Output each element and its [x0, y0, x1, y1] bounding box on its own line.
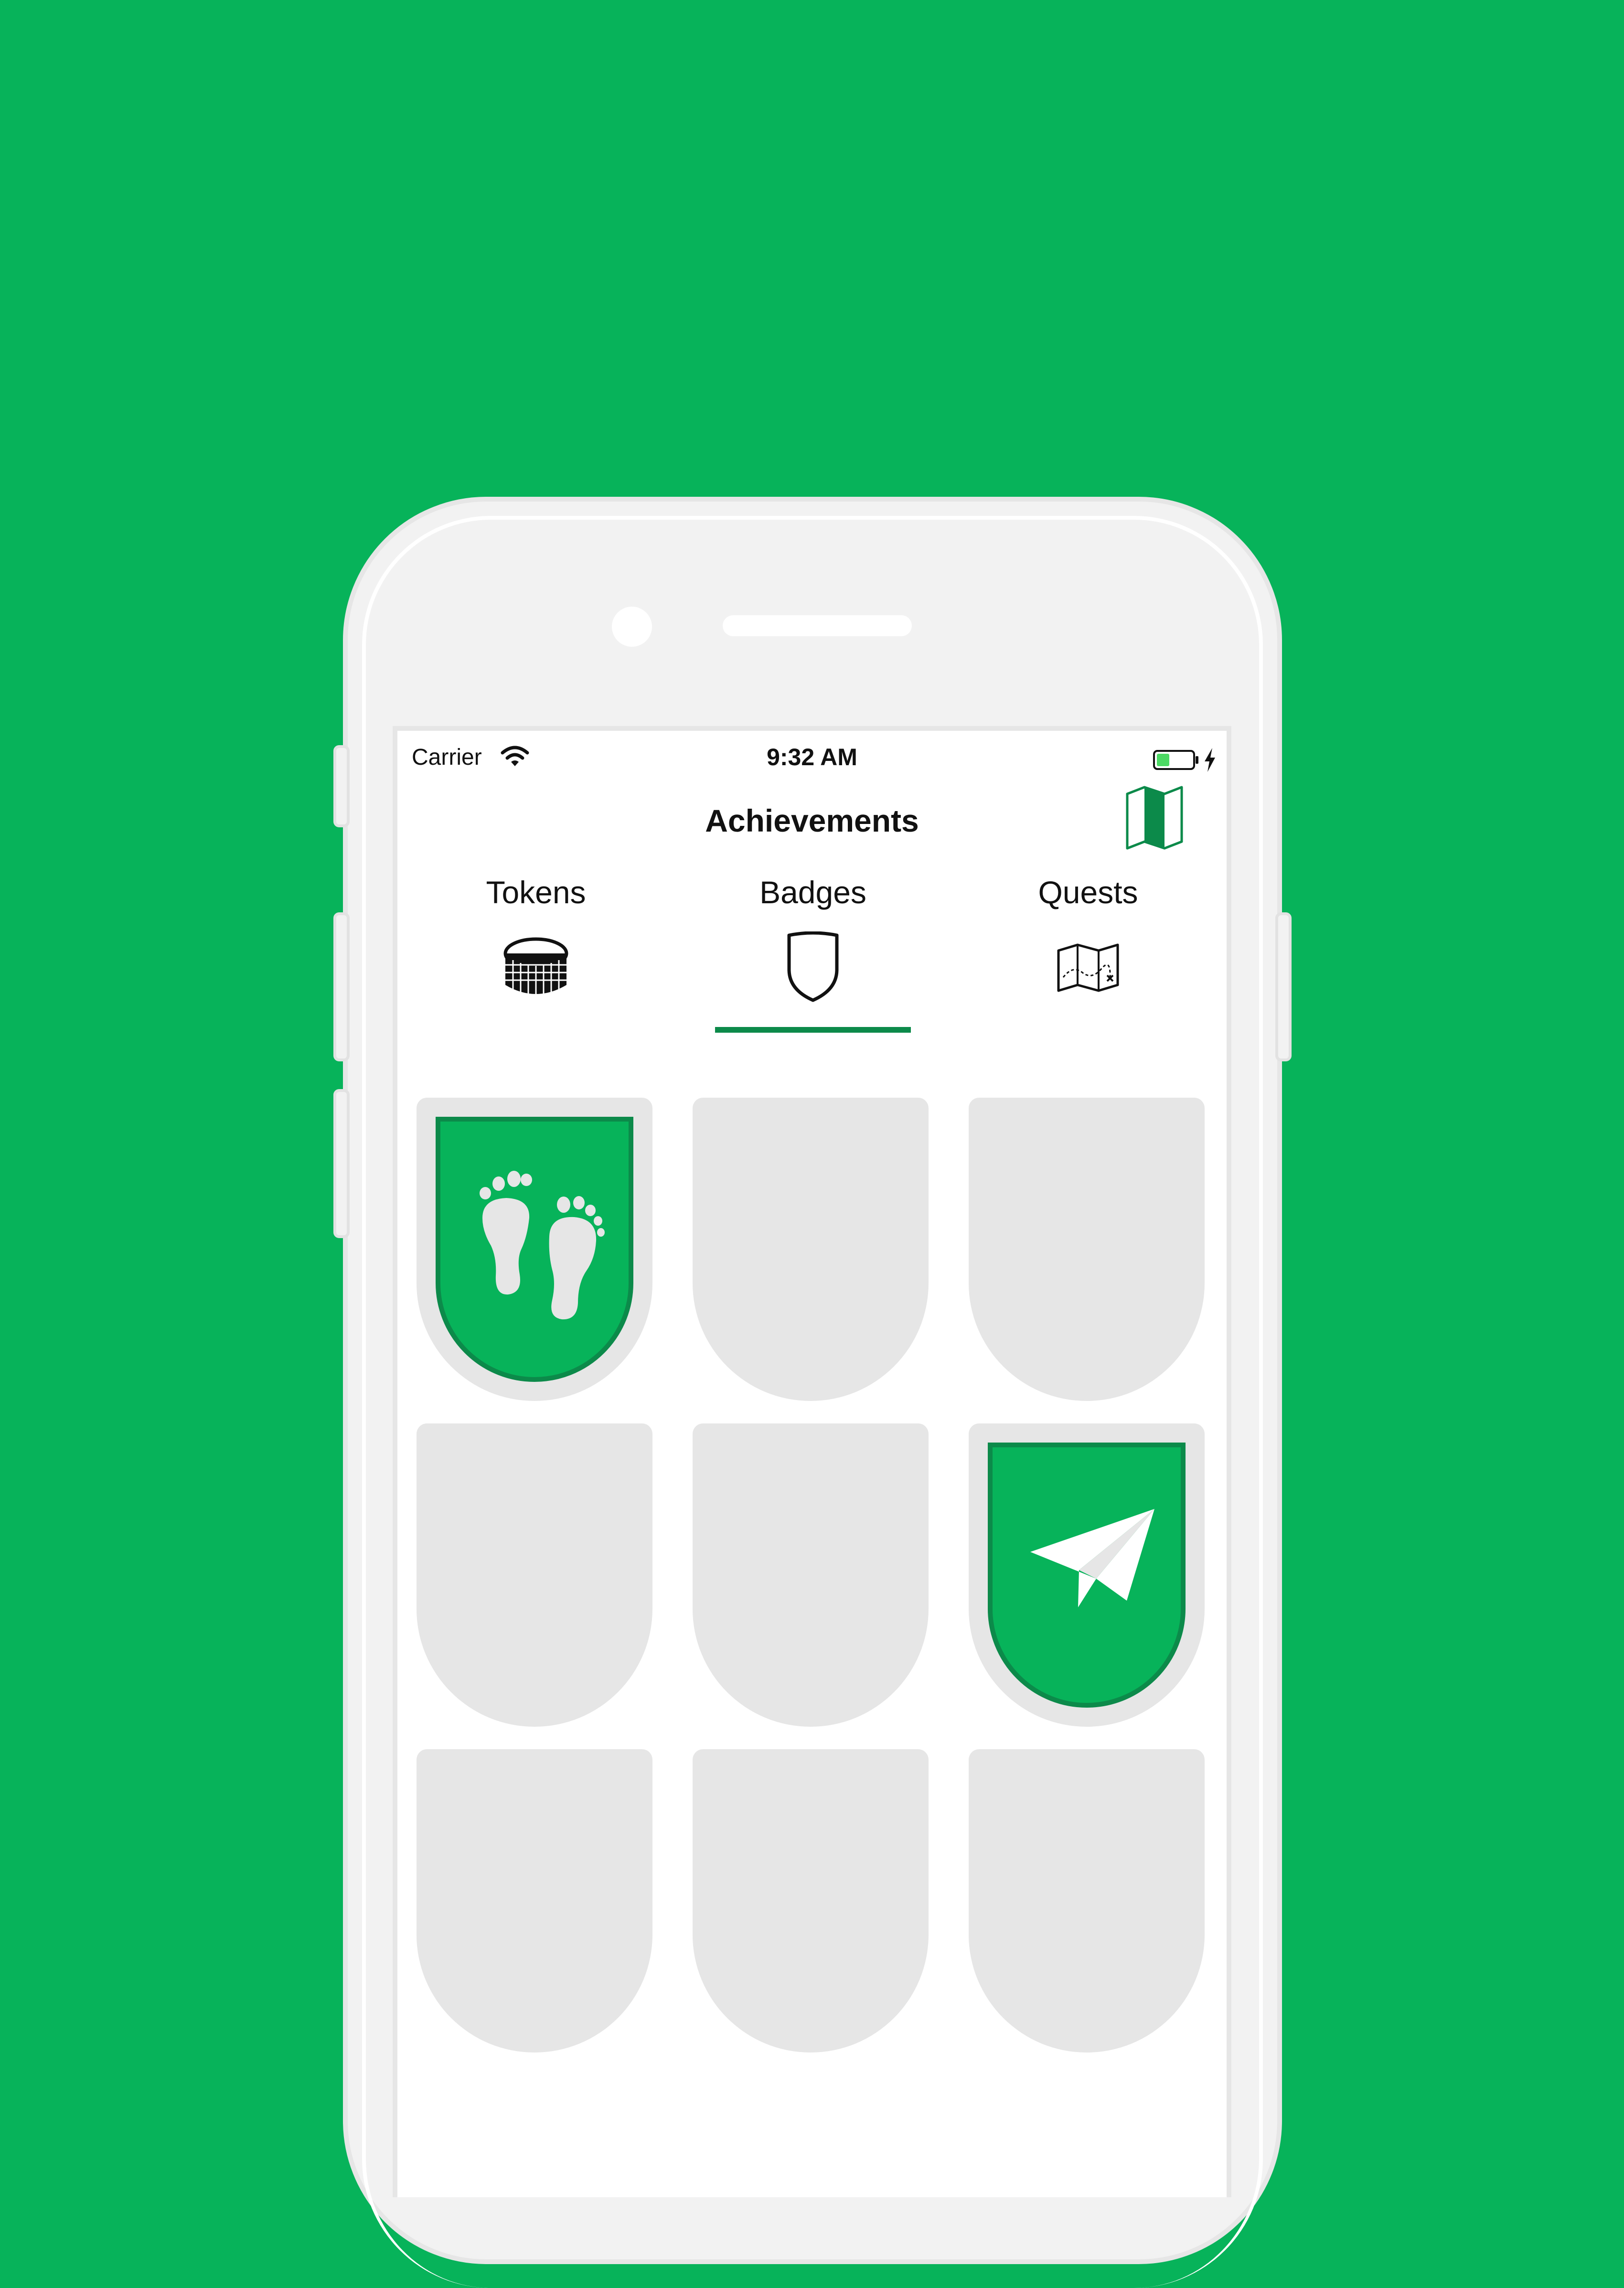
- badge-slot-earned[interactable]: [969, 1423, 1205, 1727]
- badge-slot-locked[interactable]: [417, 1749, 652, 2053]
- volume-down-button: [333, 1089, 350, 1238]
- tab-tokens[interactable]: Tokens: [397, 874, 674, 1046]
- badge-earned-shield: [988, 1443, 1186, 1708]
- treasure-map-icon: [1057, 943, 1119, 992]
- tab-quests[interactable]: Quests: [950, 874, 1227, 1046]
- paper-plane-icon: [1030, 1509, 1154, 1607]
- badge-slot-earned[interactable]: [417, 1098, 652, 1401]
- badge-slot-locked[interactable]: [693, 1098, 929, 1401]
- tab-badges[interactable]: Badges: [674, 874, 951, 1046]
- badge-earned-shield: [436, 1117, 633, 1382]
- footprints-icon: [480, 1171, 605, 1320]
- charging-bolt-icon: [1205, 748, 1215, 772]
- power-button: [1275, 912, 1292, 1061]
- tab-tokens-label: Tokens: [486, 875, 586, 910]
- shield-icon: [787, 931, 839, 1002]
- earpiece-speaker: [723, 615, 912, 636]
- status-time: 9:32 AM: [767, 744, 857, 770]
- battery-icon: [1153, 750, 1198, 770]
- app-screen: Carrier 9:32 AM Achievements Tokens Badg…: [393, 726, 1231, 2197]
- badge-slot-locked[interactable]: [969, 1098, 1205, 1401]
- segmented-tabs: Tokens Badges Quests: [397, 874, 1227, 1046]
- coins-icon: [503, 937, 568, 997]
- map-icon[interactable]: [1123, 784, 1186, 851]
- badge-slot-locked[interactable]: [417, 1423, 652, 1727]
- status-bar: Carrier 9:32 AM: [397, 731, 1227, 788]
- badge-slot-locked[interactable]: [693, 1423, 929, 1727]
- tab-quests-label: Quests: [1038, 875, 1138, 910]
- front-camera: [612, 607, 652, 647]
- page-title: Achievements: [705, 803, 919, 838]
- badge-slot-locked[interactable]: [969, 1749, 1205, 2053]
- badge-slot-locked[interactable]: [693, 1749, 929, 2053]
- mute-switch: [333, 745, 350, 827]
- tab-badges-label: Badges: [759, 875, 866, 910]
- volume-up-button: [333, 912, 350, 1061]
- selected-tab-indicator: [715, 1027, 911, 1033]
